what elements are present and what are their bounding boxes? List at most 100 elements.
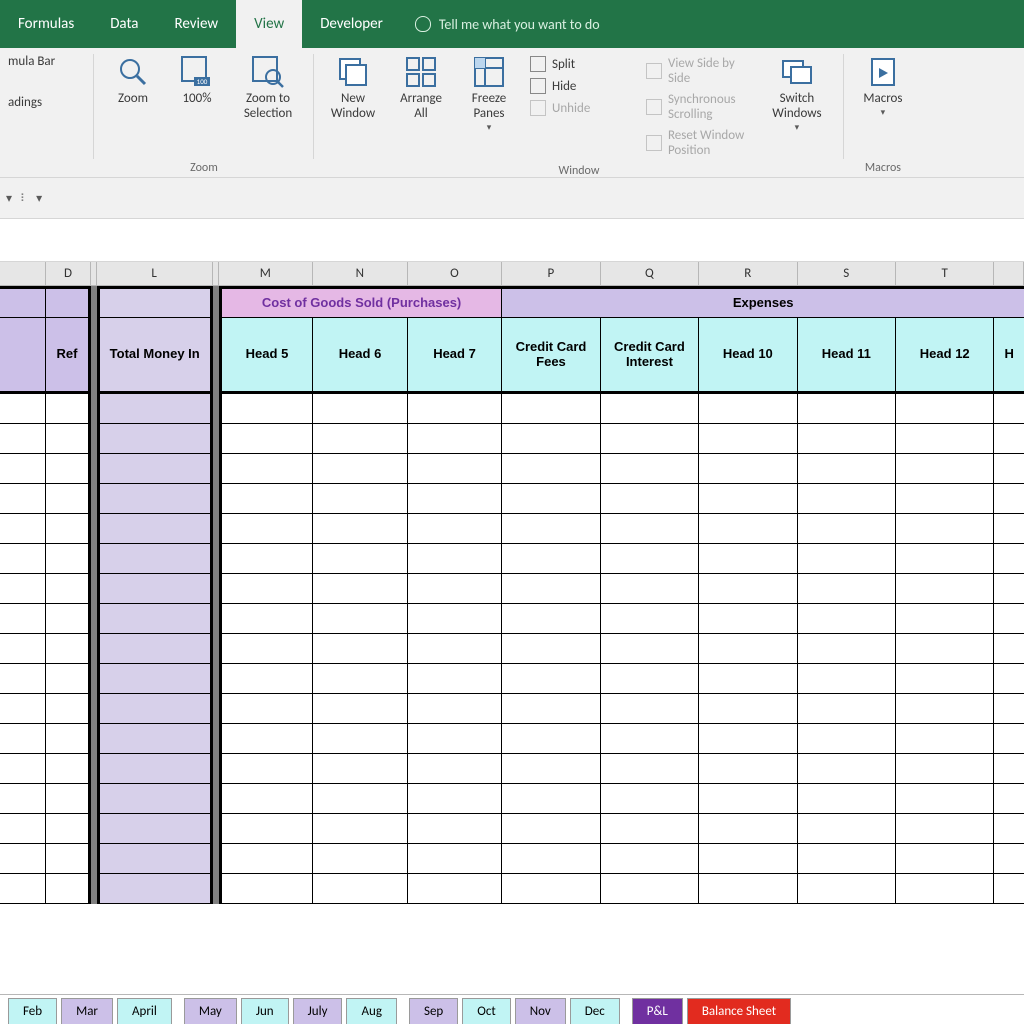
cell[interactable] (46, 514, 90, 544)
cell[interactable] (502, 754, 600, 784)
cell[interactable] (601, 724, 699, 754)
sheet-tab-feb[interactable]: Feb (8, 998, 57, 1024)
cell[interactable] (994, 814, 1024, 844)
cell[interactable] (313, 814, 408, 844)
cell[interactable] (0, 694, 46, 724)
cell[interactable] (313, 634, 408, 664)
cell[interactable] (46, 634, 90, 664)
cell[interactable] (699, 724, 797, 754)
cell[interactable] (896, 514, 994, 544)
cell[interactable] (408, 424, 503, 454)
cell[interactable] (601, 844, 699, 874)
cell[interactable] (798, 694, 896, 724)
cell[interactable] (46, 664, 90, 694)
zoom-button[interactable]: Zoom (102, 52, 164, 109)
cell[interactable] (502, 424, 600, 454)
cell[interactable] (97, 874, 213, 904)
table-row[interactable] (0, 424, 1024, 454)
cell[interactable] (408, 484, 503, 514)
cell[interactable] (97, 574, 213, 604)
cell[interactable] (313, 514, 408, 544)
cell[interactable] (601, 454, 699, 484)
cell[interactable] (46, 724, 90, 754)
cell[interactable] (0, 784, 46, 814)
cell[interactable] (896, 784, 994, 814)
table-row[interactable] (0, 514, 1024, 544)
cell[interactable] (896, 814, 994, 844)
table-row[interactable] (0, 394, 1024, 424)
cell[interactable] (502, 874, 600, 904)
cell[interactable] (699, 424, 797, 454)
cell[interactable] (408, 784, 503, 814)
column-header[interactable]: N (313, 262, 408, 285)
cell[interactable] (46, 544, 90, 574)
table-row[interactable] (0, 574, 1024, 604)
cell[interactable] (313, 664, 408, 694)
sheet-tab-nov[interactable]: Nov (515, 998, 566, 1024)
cell[interactable] (97, 754, 213, 784)
cell[interactable] (313, 394, 408, 424)
cell[interactable] (699, 784, 797, 814)
cell[interactable] (97, 844, 213, 874)
cell[interactable] (46, 694, 90, 724)
reset-window-position-button[interactable]: Reset Window Position (646, 126, 748, 160)
sheet-tab-jun[interactable]: Jun (241, 998, 289, 1024)
cell[interactable] (601, 574, 699, 604)
cell[interactable] (798, 634, 896, 664)
cell[interactable] (408, 454, 503, 484)
cell[interactable] (798, 814, 896, 844)
cell[interactable] (219, 544, 314, 574)
cell[interactable] (798, 784, 896, 814)
cell[interactable] (219, 394, 314, 424)
cell[interactable] (699, 814, 797, 844)
formula-bar-toggle[interactable]: mula Bar (8, 52, 55, 71)
sheet-tab-may[interactable]: May (184, 998, 237, 1024)
cell[interactable] (502, 394, 600, 424)
cell[interactable] (994, 394, 1024, 424)
zoom-100-button[interactable]: 100 100% (170, 52, 224, 109)
cell[interactable] (219, 784, 314, 814)
cell[interactable] (601, 694, 699, 724)
cell[interactable] (798, 844, 896, 874)
cell[interactable] (313, 784, 408, 814)
cell[interactable] (502, 814, 600, 844)
cell[interactable] (0, 394, 46, 424)
cell[interactable] (0, 544, 46, 574)
cell[interactable] (0, 724, 46, 754)
cell[interactable] (0, 844, 46, 874)
cell[interactable] (219, 454, 314, 484)
cell[interactable] (46, 484, 90, 514)
cell[interactable] (408, 634, 503, 664)
cell[interactable] (219, 814, 314, 844)
sheet-tab-balance-sheet[interactable]: Balance Sheet (687, 998, 791, 1024)
cell[interactable] (0, 454, 46, 484)
cell[interactable] (502, 454, 600, 484)
cell[interactable] (408, 544, 503, 574)
cell[interactable] (896, 544, 994, 574)
tab-formulas[interactable]: Formulas (0, 0, 92, 48)
cell[interactable] (97, 724, 213, 754)
cell[interactable] (97, 514, 213, 544)
table-row[interactable] (0, 634, 1024, 664)
cell[interactable] (97, 394, 213, 424)
cell[interactable] (601, 514, 699, 544)
table-row[interactable] (0, 784, 1024, 814)
tab-view[interactable]: View (236, 0, 302, 48)
cell[interactable] (502, 484, 600, 514)
column-header[interactable]: R (699, 262, 797, 285)
cell[interactable] (896, 844, 994, 874)
cell[interactable] (46, 394, 90, 424)
cell[interactable] (601, 604, 699, 634)
column-header[interactable]: T (896, 262, 994, 285)
cell[interactable] (46, 424, 90, 454)
column-header[interactable]: Q (601, 262, 699, 285)
cell[interactable] (46, 454, 90, 484)
cell[interactable] (313, 454, 408, 484)
cell[interactable] (502, 844, 600, 874)
cell[interactable] (408, 814, 503, 844)
cell[interactable] (798, 724, 896, 754)
arrange-all-button[interactable]: Arrange All (390, 52, 452, 124)
cell[interactable] (601, 544, 699, 574)
cell[interactable] (0, 874, 46, 904)
cell[interactable] (798, 514, 896, 544)
